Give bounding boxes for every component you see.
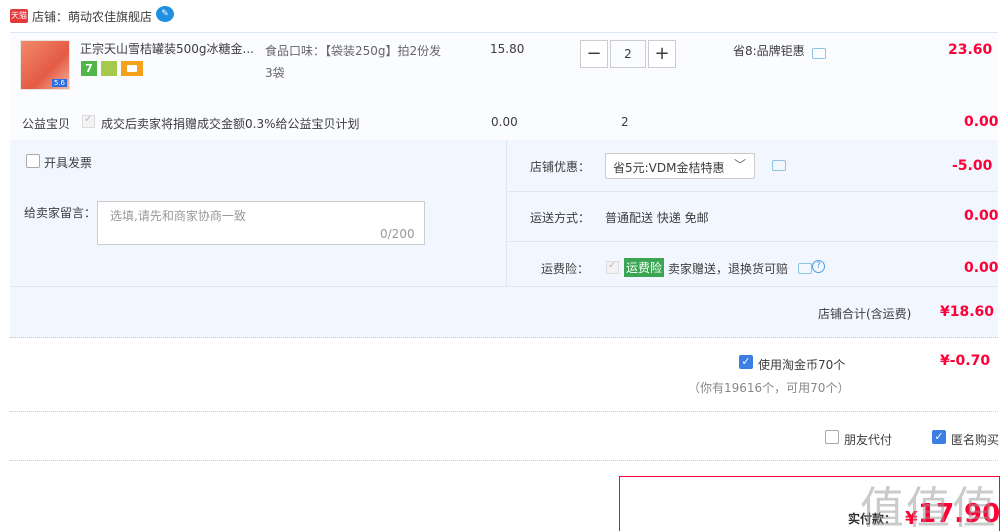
charity-qty: 2 (621, 115, 629, 129)
coin-discount: ¥-0.70 (940, 353, 991, 369)
shop-total-value: ¥18.60 (940, 304, 995, 320)
shipping-method: 普通配送 快递 免邮 (605, 211, 709, 225)
coupon-discount: -5.00 (952, 158, 993, 174)
coin-note: （你有19616个，可用70个） (688, 381, 850, 395)
insurance-comment-icon[interactable] (798, 263, 812, 274)
anonymous-label[interactable]: 匿名购买 (951, 431, 999, 448)
product-title[interactable]: 正宗天山雪桔罐装500g冰糖金... (80, 40, 256, 58)
chevron-down-icon: ﹀ (734, 158, 747, 172)
message-label: 给卖家留言： (24, 206, 97, 220)
product-subtotal: 23.60 (948, 42, 993, 58)
shop-coupon-value: 省5元:VDM金桔特惠 (613, 161, 725, 175)
friend-pay-label[interactable]: 朋友代付 (844, 431, 892, 448)
quantity-stepper: − 2 + (580, 40, 676, 68)
charity-total: 0.00 (964, 114, 999, 130)
anonymous-checkbox[interactable]: ✓ (932, 430, 946, 444)
insurance-label: 运费险： (541, 262, 590, 276)
options-row-divider (506, 241, 998, 242)
quantity-minus-button[interactable]: − (580, 40, 608, 68)
shop-name[interactable]: 店铺：萌动农佳旗舰店 (32, 8, 152, 25)
insurance-badge: 运费险 (624, 258, 665, 277)
watermark: 值值值 (860, 483, 998, 531)
shop-coupon-label: 店铺优惠： (530, 160, 591, 174)
charity-price: 0.00 (491, 115, 518, 129)
coin-label[interactable]: 使用淘金币70个 (758, 356, 845, 373)
tmall-logo-icon: 天猫 (10, 9, 28, 23)
charity-text: 成交后卖家将捐赠成交金额0.3%给公益宝贝计划 (101, 117, 360, 131)
product-spec: 食品口味：【袋装250g】拍2份发3袋 (265, 44, 442, 80)
message-placeholder: 选填,请先和商家协商一致 (110, 209, 246, 223)
options-row-divider (10, 286, 998, 287)
invoice-checkbox[interactable] (26, 154, 40, 168)
options-row-divider (506, 191, 998, 192)
quantity-plus-button[interactable]: + (648, 40, 676, 68)
coin-checkbox[interactable]: ✓ (739, 355, 753, 369)
wangwang-chat-icon[interactable]: ✎ (156, 6, 174, 22)
seven-day-return-icon: 7 (81, 61, 97, 76)
shipping-price: 0.00 (964, 208, 999, 224)
section-divider (10, 411, 998, 412)
promo-text: 省8:品牌钜惠 (733, 44, 805, 58)
section-divider (10, 460, 998, 461)
unit-price: 15.80 (490, 42, 525, 56)
help-icon[interactable]: ? (812, 260, 825, 273)
product-thumbnail[interactable]: 5.6 (20, 40, 70, 90)
shop-total-label: 店铺合计(含运费) (818, 307, 912, 321)
charity-checkbox[interactable] (82, 114, 95, 128)
quantity-input[interactable]: 2 (610, 40, 646, 68)
thumb-tag: 5.6 (51, 79, 67, 87)
promo-comment-icon[interactable] (812, 48, 826, 59)
guarantee-shield-icon (101, 61, 117, 76)
message-counter: 0/200 (380, 227, 415, 241)
invoice-label[interactable]: 开具发票 (44, 154, 92, 171)
friend-pay-checkbox[interactable] (825, 430, 839, 444)
insurance-price: 0.00 (964, 260, 999, 276)
insurance-checkbox[interactable] (606, 260, 619, 274)
charity-label: 公益宝贝 (22, 117, 71, 131)
coupon-comment-icon[interactable] (772, 160, 786, 171)
credit-card-icon (121, 61, 143, 76)
shipping-label: 运送方式： (530, 211, 591, 225)
insurance-text: 卖家赠送，退换货可赔 (668, 262, 789, 276)
options-divider (506, 140, 507, 286)
